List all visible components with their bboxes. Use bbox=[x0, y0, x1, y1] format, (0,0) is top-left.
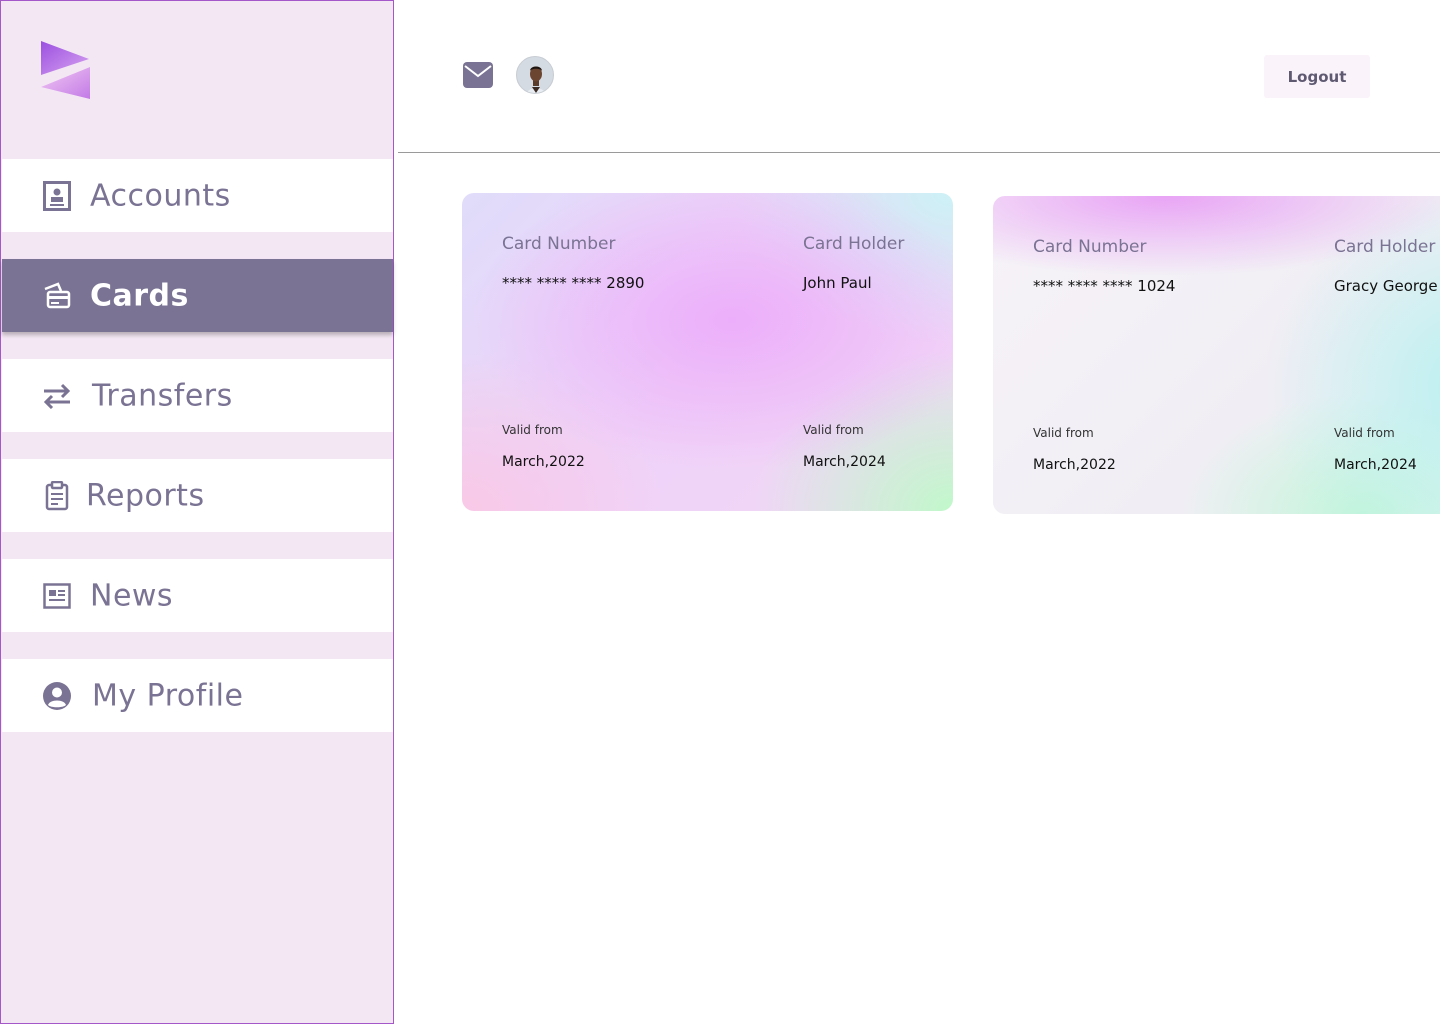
card-number-label: Card Number bbox=[502, 234, 616, 254]
card-number: **** **** **** 1024 bbox=[1033, 277, 1176, 295]
sidebar-item-news[interactable]: News bbox=[2, 559, 393, 632]
credit-card-icon bbox=[42, 281, 72, 311]
clipboard-icon bbox=[42, 480, 72, 511]
id-card-icon bbox=[42, 180, 72, 211]
credit-card[interactable]: Card Number **** **** **** 2890 Card Hol… bbox=[462, 193, 953, 511]
card-holder-label: Card Holder bbox=[803, 234, 905, 254]
valid-from-date: March,2022 bbox=[1033, 457, 1116, 473]
valid-from-label: Valid from bbox=[1033, 426, 1094, 440]
logout-button[interactable]: Logout bbox=[1264, 55, 1370, 98]
valid-from-date: March,2022 bbox=[502, 454, 585, 470]
newspaper-icon bbox=[42, 581, 72, 611]
user-avatar[interactable] bbox=[516, 56, 554, 94]
sidebar-item-my-profile[interactable]: My Profile bbox=[2, 659, 393, 732]
brand-logo bbox=[41, 41, 90, 99]
valid-to-label: Valid from bbox=[1334, 426, 1395, 440]
card-holder-name: Gracy George bbox=[1334, 277, 1438, 295]
header-divider bbox=[398, 152, 1440, 153]
valid-to-date: March,2024 bbox=[1334, 457, 1417, 473]
sidebar-item-label: Accounts bbox=[90, 178, 231, 213]
valid-to-label: Valid from bbox=[803, 423, 864, 437]
mail-icon[interactable] bbox=[463, 62, 493, 88]
sidebar-item-accounts[interactable]: Accounts bbox=[2, 159, 393, 232]
transfer-arrows-icon bbox=[42, 381, 72, 411]
sidebar-item-label: Transfers bbox=[92, 378, 233, 413]
sidebar-item-label: My Profile bbox=[92, 678, 244, 713]
credit-card[interactable]: Card Number **** **** **** 1024 Card Hol… bbox=[993, 196, 1440, 514]
sidebar-item-cards[interactable]: Cards bbox=[2, 259, 393, 332]
card-holder-label: Card Holder bbox=[1334, 237, 1436, 257]
valid-from-label: Valid from bbox=[502, 423, 563, 437]
valid-to-date: March,2024 bbox=[803, 454, 886, 470]
card-holder-name: John Paul bbox=[803, 274, 872, 292]
card-number-label: Card Number bbox=[1033, 237, 1147, 257]
sidebar-item-label: News bbox=[90, 578, 174, 613]
user-circle-icon bbox=[42, 681, 72, 711]
card-number: **** **** **** 2890 bbox=[502, 274, 645, 292]
sidebar-item-label: Reports bbox=[86, 478, 205, 513]
sidebar-item-label: Cards bbox=[90, 278, 189, 313]
sidebar: Accounts Cards Transfers Reports News My… bbox=[0, 0, 394, 1024]
sidebar-item-transfers[interactable]: Transfers bbox=[2, 359, 393, 432]
sidebar-item-reports[interactable]: Reports bbox=[2, 459, 393, 532]
